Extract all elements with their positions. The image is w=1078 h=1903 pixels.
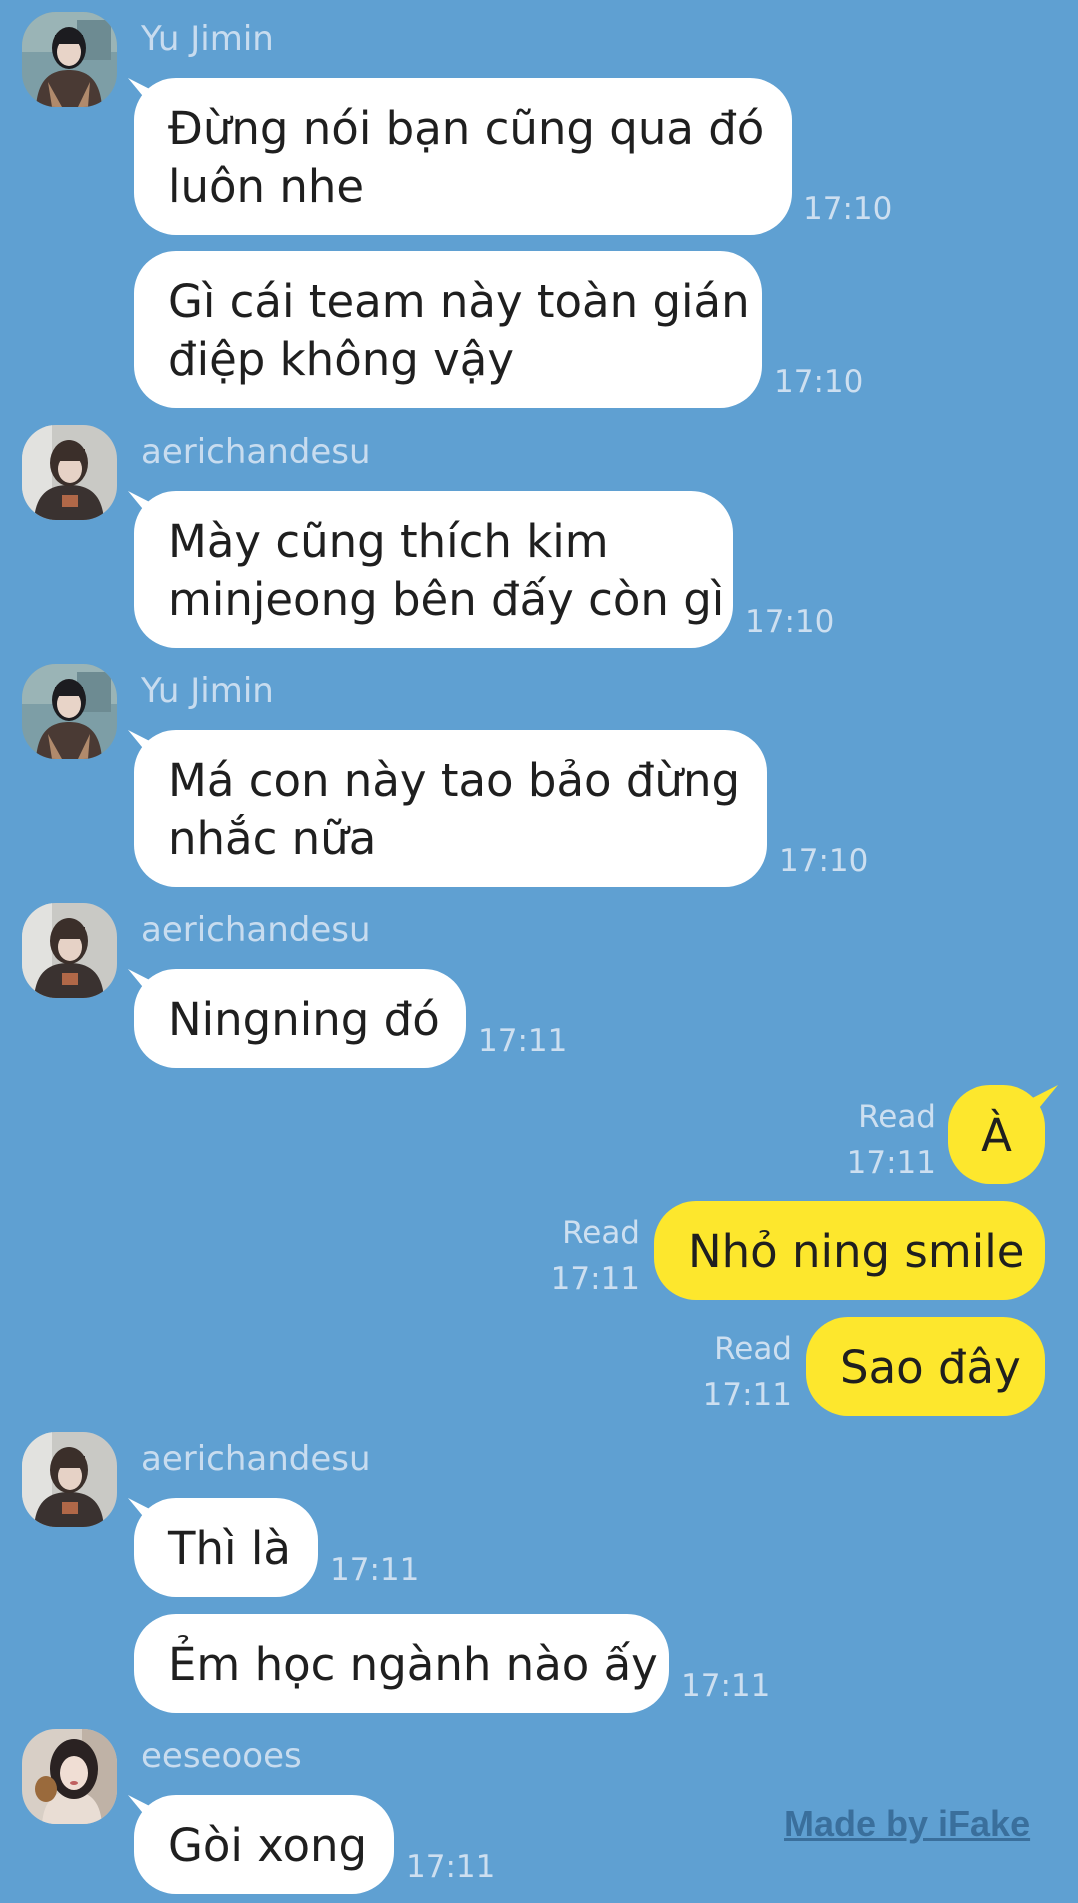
- message-bubble[interactable]: Gì cái team này toàn gián điệp không vậy: [134, 251, 762, 408]
- message-bubble[interactable]: Nhỏ ning smile: [654, 1201, 1045, 1300]
- message-time: 17:11: [846, 1145, 936, 1181]
- read-status: Read: [714, 1331, 792, 1367]
- message-text: Má con này tao bảo đừng nhắc nữa: [168, 754, 741, 865]
- message-bubble[interactable]: Đừng nói bạn cũng qua đó luôn nhe: [134, 78, 792, 235]
- avatar-eeseooes[interactable]: [22, 1729, 117, 1824]
- avatar-yu-jimin[interactable]: [22, 664, 117, 759]
- message-text: Nhỏ ning smile: [688, 1225, 1025, 1278]
- message-meta: Read 17:11: [551, 1210, 640, 1302]
- read-status: Read: [858, 1099, 936, 1135]
- message-bubble[interactable]: Ningning đó: [134, 969, 466, 1068]
- message-time: 17:11: [330, 1552, 420, 1588]
- message-time: 17:10: [774, 364, 864, 400]
- message-text: À: [981, 1109, 1012, 1162]
- message-time: 17:11: [406, 1849, 496, 1885]
- message-text: Sao đây: [840, 1341, 1021, 1394]
- message-text: Thì là: [168, 1522, 291, 1575]
- read-status: Read: [562, 1215, 640, 1251]
- message-time: 17:11: [702, 1377, 792, 1413]
- message-bubble[interactable]: Thì là: [134, 1498, 318, 1597]
- sender-name: aerichandesu: [141, 910, 371, 950]
- avatar-aerichandesu[interactable]: [22, 425, 117, 520]
- avatar-aerichandesu[interactable]: [22, 1432, 117, 1527]
- message-time: 17:11: [478, 1023, 568, 1059]
- message-text: Ningning đó: [168, 993, 440, 1046]
- sender-name: aerichandesu: [141, 1439, 371, 1479]
- message-time: 17:10: [745, 604, 835, 640]
- message-bubble[interactable]: Ẻm học ngành nào ấy: [134, 1614, 669, 1713]
- message-time: 17:10: [779, 843, 869, 879]
- message-bubble[interactable]: À: [948, 1085, 1045, 1184]
- avatar-aerichandesu[interactable]: [22, 903, 117, 998]
- sender-name: Yu Jimin: [141, 671, 274, 711]
- sender-name: aerichandesu: [141, 432, 371, 472]
- message-bubble[interactable]: Gòi xong: [134, 1795, 394, 1894]
- message-time: 17:11: [550, 1261, 640, 1297]
- message-bubble[interactable]: Sao đây: [806, 1317, 1045, 1416]
- watermark: Made by iFake: [784, 1803, 1031, 1844]
- message-bubble[interactable]: Mày cũng thích kim minjeong bên đấy còn …: [134, 491, 733, 648]
- sender-name: eeseooes: [141, 1736, 302, 1776]
- message-meta: Read 17:11: [847, 1094, 936, 1186]
- message-text: Ẻm học ngành nào ấy: [168, 1638, 658, 1691]
- avatar-yu-jimin[interactable]: [22, 12, 117, 107]
- message-meta: Read 17:11: [703, 1326, 792, 1418]
- message-text: Gòi xong: [168, 1819, 368, 1872]
- message-text: Đừng nói bạn cũng qua đó luôn nhe: [168, 102, 765, 213]
- message-time: 17:11: [681, 1668, 771, 1704]
- message-time: 17:10: [803, 191, 893, 227]
- message-bubble[interactable]: Má con này tao bảo đừng nhắc nữa: [134, 730, 767, 887]
- message-text: Mày cũng thích kim minjeong bên đấy còn …: [168, 515, 725, 626]
- sender-name: Yu Jimin: [141, 19, 274, 59]
- message-text: Gì cái team này toàn gián điệp không vậy: [168, 275, 750, 386]
